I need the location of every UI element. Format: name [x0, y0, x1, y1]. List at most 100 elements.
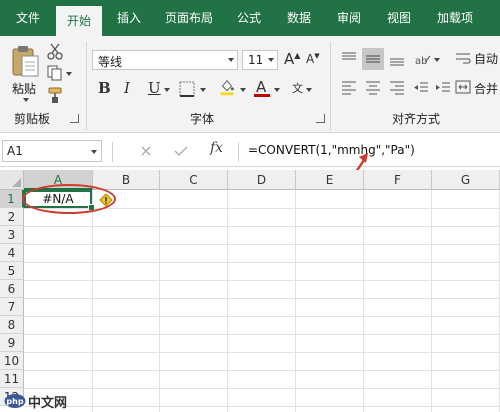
wrap-text-label[interactable]: 自动 [474, 50, 498, 67]
tab-view[interactable]: 视图 [382, 0, 416, 36]
copy-icon[interactable] [46, 64, 64, 82]
column-header-e[interactable]: E [296, 170, 364, 190]
group-divider [330, 42, 331, 130]
cancel-icon[interactable] [140, 145, 152, 157]
align-middle-icon [366, 55, 380, 63]
clipboard-dialog-launcher[interactable] [70, 114, 79, 123]
font-color-button[interactable]: A [254, 78, 270, 98]
formula-bar: A1 fx =CONVERT(1,"mmhg","Pa") [0, 138, 500, 167]
font-name-select[interactable]: 等线 [92, 50, 238, 70]
row-header-9[interactable]: 9 [0, 334, 24, 352]
select-all-triangle-icon [12, 178, 21, 187]
align-center-icon[interactable] [364, 78, 382, 96]
clipboard-group-label: 剪贴板 [14, 112, 51, 126]
format-painter-icon[interactable] [46, 86, 64, 104]
gridline [92, 190, 93, 412]
borders-dropdown-arrow[interactable] [200, 88, 206, 92]
cut-icon[interactable] [46, 42, 64, 60]
orientation-icon[interactable]: ab [414, 50, 432, 68]
shrink-font-button[interactable]: A▼ [306, 52, 320, 66]
font-dialog-launcher[interactable] [316, 114, 325, 123]
paste-button[interactable]: 粘贴 [8, 42, 42, 102]
ribbon: 粘贴 剪贴板 等线 11 A▲ A▼ B I U A 文 字体 ab 自动 合并… [0, 36, 500, 133]
tab-page-layout[interactable]: 页面布局 [160, 0, 218, 36]
font-group-label: 字体 [190, 112, 215, 126]
row-header-2[interactable]: 2 [0, 208, 24, 226]
gridline [24, 388, 500, 389]
column-header-b[interactable]: B [93, 170, 160, 190]
formula-text: =CONVERT(1,"mmhg","Pa") [248, 143, 415, 157]
tab-formulas[interactable]: 公式 [232, 0, 266, 36]
phonetic-dropdown-arrow[interactable] [306, 88, 312, 92]
tab-addins[interactable]: 加载项 [430, 0, 480, 36]
name-box[interactable]: A1 [2, 140, 102, 162]
row-header-1[interactable]: 1 [0, 190, 24, 208]
align-bottom-icon[interactable] [388, 50, 406, 68]
increase-indent-icon[interactable] [434, 78, 452, 96]
paste-label: 粘贴 [12, 82, 37, 96]
column-header-f[interactable]: F [364, 170, 432, 190]
underline-dropdown-arrow[interactable] [164, 88, 170, 92]
row-header-8[interactable]: 8 [0, 316, 24, 334]
row-header-7[interactable]: 7 [0, 298, 24, 316]
formula-bar-divider [112, 142, 113, 162]
paste-dropdown-arrow[interactable] [23, 98, 29, 102]
formula-bar-divider [238, 142, 239, 162]
font-color-dropdown-arrow[interactable] [274, 88, 280, 92]
copy-dropdown-arrow[interactable] [66, 72, 72, 76]
gridline [24, 226, 500, 227]
select-all-corner[interactable] [0, 170, 24, 190]
align-top-icon[interactable] [340, 50, 358, 68]
column-header-d[interactable]: D [228, 170, 296, 190]
gridline [295, 190, 296, 412]
underline-button[interactable]: U [148, 79, 161, 97]
phonetic-icon[interactable]: 文 [292, 80, 303, 96]
font-size-value: 11 [248, 53, 264, 67]
row-header-10[interactable]: 10 [0, 352, 24, 370]
decrease-indent-icon[interactable] [412, 78, 430, 96]
row-header-5[interactable]: 5 [0, 262, 24, 280]
gridline [431, 190, 432, 412]
paste-icon [12, 46, 39, 77]
chevron-down-icon [228, 58, 234, 62]
orientation-dropdown-arrow[interactable] [434, 58, 440, 62]
watermark-text: 中文网 [28, 396, 68, 411]
ribbon-tab-bar: 文件 开始 插入 页面布局 公式 数据 审阅 视图 加载项 [0, 0, 500, 36]
align-middle-button[interactable] [362, 48, 384, 70]
borders-icon[interactable] [178, 80, 196, 98]
wrap-text-icon[interactable] [454, 50, 472, 68]
gridline [159, 190, 160, 412]
shrink-font-label: A [306, 52, 315, 66]
php-logo-text: php [6, 397, 23, 406]
enter-check-icon[interactable] [174, 145, 188, 157]
tab-review[interactable]: 审阅 [332, 0, 366, 36]
row-header-3[interactable]: 3 [0, 226, 24, 244]
grow-font-button[interactable]: A▲ [284, 50, 300, 68]
insert-function-button[interactable]: fx [210, 140, 223, 156]
chevron-down-icon [268, 58, 274, 62]
tab-file[interactable]: 文件 [12, 0, 44, 36]
php-logo-icon: php [4, 394, 26, 408]
tab-data[interactable]: 数据 [282, 0, 316, 36]
gridline [24, 370, 500, 371]
font-name-value: 等线 [98, 55, 123, 69]
merge-center-icon[interactable] [454, 78, 472, 96]
gridline [24, 262, 500, 263]
row-header-6[interactable]: 6 [0, 280, 24, 298]
column-header-c[interactable]: C [160, 170, 228, 190]
gridline [24, 316, 500, 317]
merge-center-label[interactable]: 合并 [474, 80, 498, 97]
row-header-11[interactable]: 11 [0, 370, 24, 388]
align-left-icon[interactable] [340, 78, 358, 96]
italic-button[interactable]: I [124, 79, 130, 97]
tab-insert[interactable]: 插入 [112, 0, 146, 36]
column-header-g[interactable]: G [432, 170, 500, 190]
gridline [24, 334, 500, 335]
fill-color-dropdown-arrow[interactable] [240, 88, 246, 92]
tab-home[interactable]: 开始 [56, 6, 102, 36]
align-right-icon[interactable] [388, 78, 406, 96]
row-header-4[interactable]: 4 [0, 244, 24, 262]
font-size-select[interactable]: 11 [242, 50, 278, 70]
fill-color-icon[interactable] [218, 78, 236, 96]
bold-button[interactable]: B [98, 79, 111, 97]
